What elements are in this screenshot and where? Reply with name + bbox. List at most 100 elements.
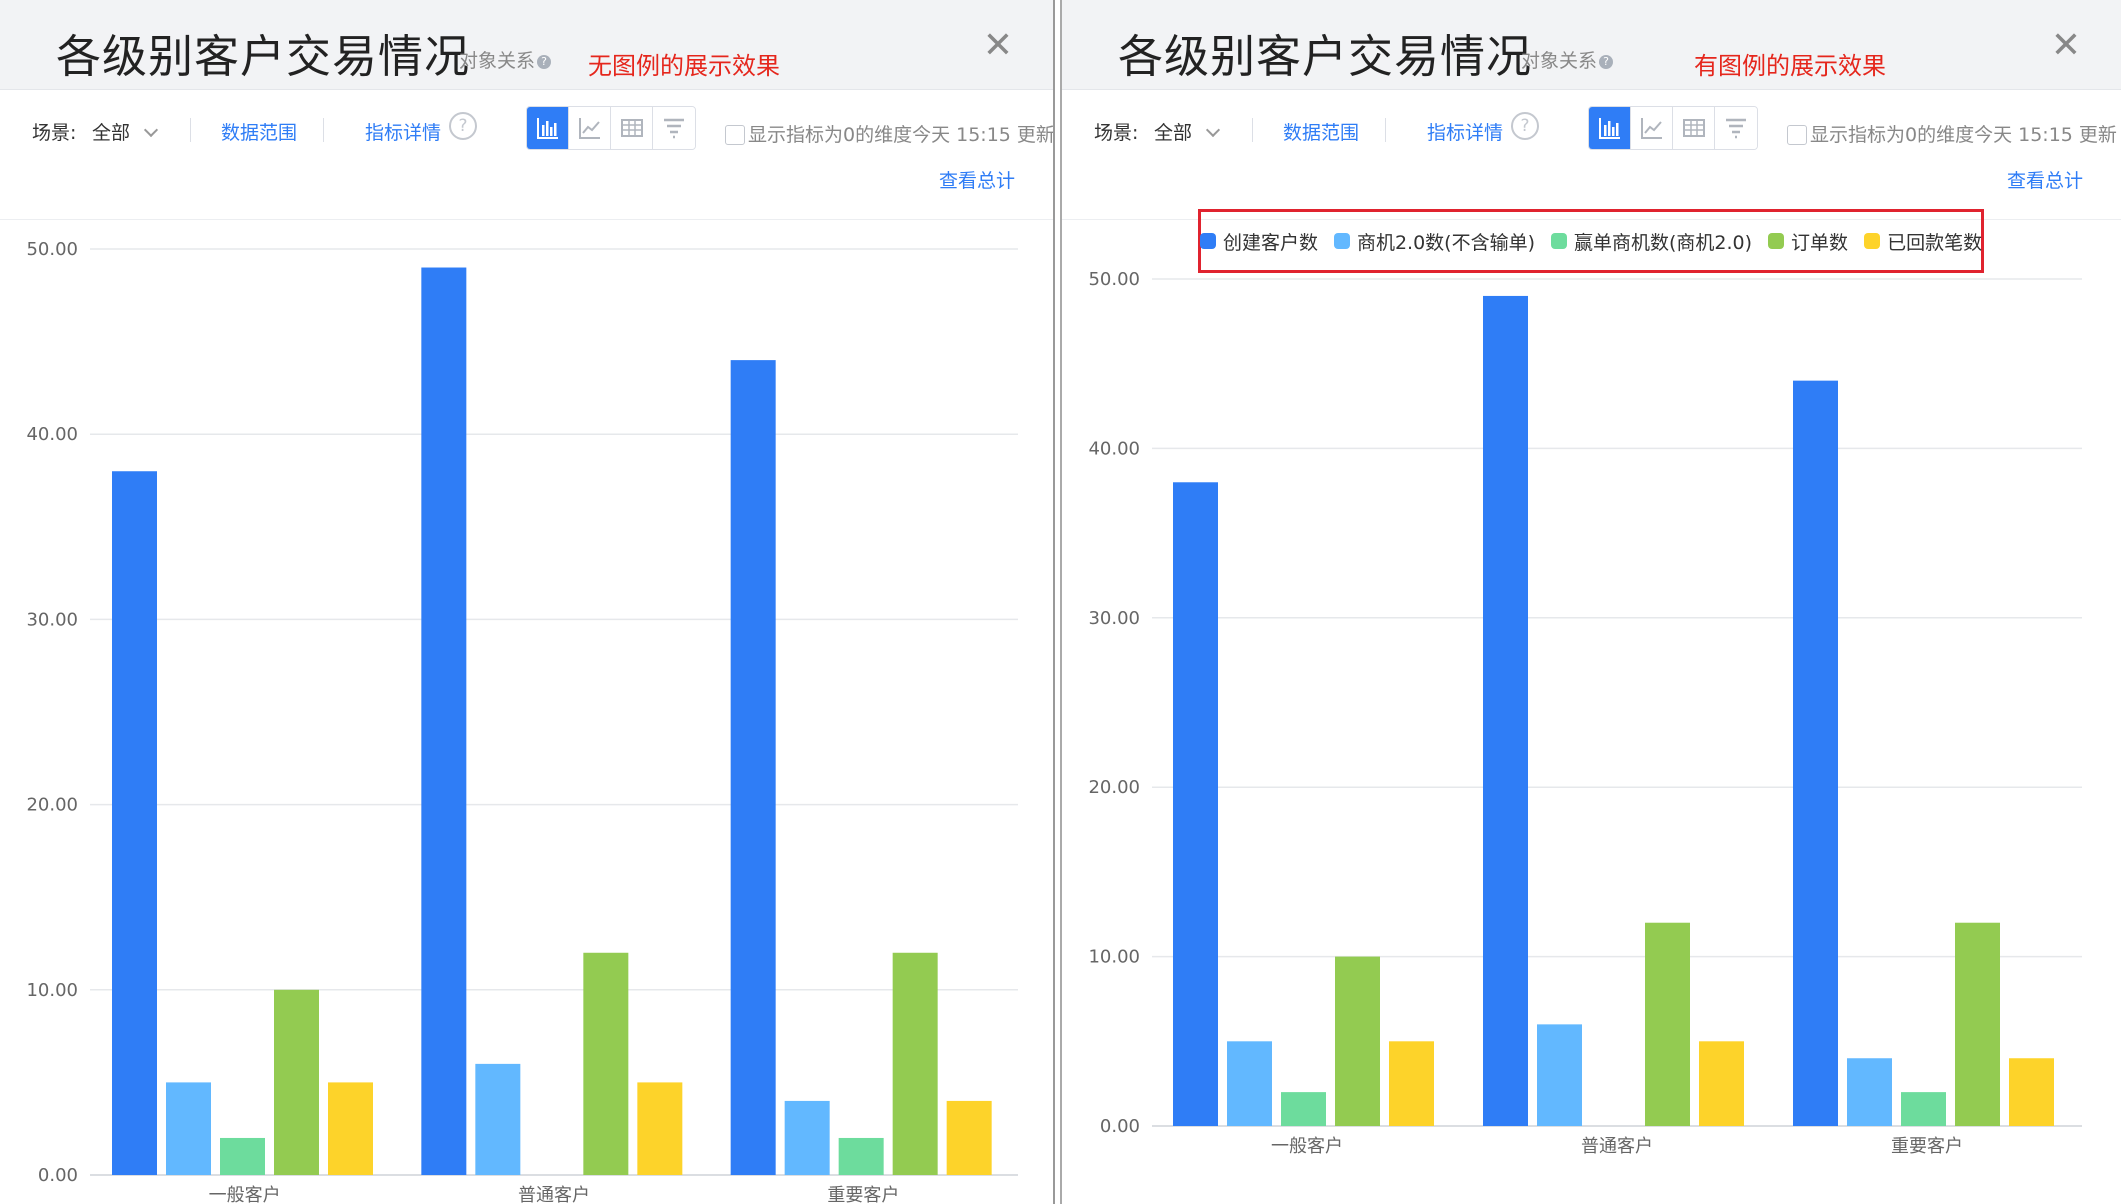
legend-label: 订单数 — [1791, 231, 1849, 254]
scene-label: 场景: — [32, 122, 77, 144]
object-relation-label: 对象关系 — [1521, 50, 1598, 72]
object-relation-link[interactable]: 对象关系? — [459, 46, 552, 73]
y-tick-label: 10.00 — [26, 980, 78, 1001]
line-chart-icon — [1640, 118, 1662, 139]
bar[interactable] — [1537, 1024, 1582, 1126]
bar[interactable] — [1389, 1041, 1434, 1126]
chart-panel-left: 各级别客户交易情况 对象关系? 无图例的展示效果 ✕ 场景: 全部 数据范围 指… — [0, 0, 1055, 1204]
legend-item[interactable]: 订单数 — [1768, 228, 1848, 255]
legend-item[interactable]: 商机2.0数(不含输单) — [1333, 228, 1535, 255]
legend-label: 商机2.0数(不含输单) — [1356, 231, 1535, 254]
bar[interactable] — [220, 1137, 265, 1175]
question-dot-icon: ? — [1599, 54, 1614, 69]
bar[interactable] — [328, 1082, 373, 1175]
x-tick-label: 普通客户 — [518, 1185, 590, 1204]
line-chart-icon — [578, 118, 600, 139]
bar[interactable] — [1901, 1092, 1946, 1126]
data-range-link[interactable]: 数据范围 — [221, 118, 297, 145]
chart-panel-right: 各级别客户交易情况 对象关系? 有图例的展示效果 ✕ 场景: 全部 数据范围 指… — [1060, 0, 2121, 1204]
panel-toolbar: 场景: 全部 数据范围 指标详情 ? 显示指标为0的维度今天 15:15 更新 … — [0, 90, 1053, 220]
x-tick-label: 一般客户 — [1271, 1136, 1343, 1157]
show-zero-checkbox[interactable]: 显示指标为0的维度今天 15:15 更新 — [725, 120, 1053, 147]
table-icon — [620, 119, 643, 137]
object-relation-link[interactable]: 对象关系? — [1521, 46, 1614, 73]
bar-chart-view-button[interactable] — [1589, 107, 1631, 149]
scene-label: 场景: — [1094, 122, 1139, 144]
show-zero-checkbox[interactable]: 显示指标为0的维度今天 15:15 更新 — [1787, 120, 2117, 147]
funnel-view-button[interactable] — [1715, 107, 1757, 149]
legend-item[interactable]: 已回款笔数 — [1864, 228, 1982, 255]
legend-swatch — [1199, 233, 1216, 249]
close-icon[interactable]: ✕ — [2051, 28, 2081, 64]
divider — [190, 118, 191, 142]
annotation-note: 有图例的展示效果 — [1694, 52, 1886, 80]
legend-item[interactable]: 赢单商机数(商机2.0) — [1551, 228, 1752, 255]
bar[interactable] — [892, 952, 938, 1175]
view-total-link[interactable]: 查看总计 — [2007, 166, 2083, 193]
scene-dropdown[interactable]: 全部 — [92, 118, 159, 145]
question-dot-icon: ? — [537, 54, 552, 69]
data-range-link[interactable]: 数据范围 — [1283, 118, 1359, 145]
legend-swatch — [1864, 233, 1881, 249]
indicator-details-link[interactable]: 指标详情 — [365, 118, 441, 145]
view-total-link[interactable]: 查看总计 — [939, 166, 1015, 193]
panel-header: 各级别客户交易情况 对象关系? 有图例的展示效果 ✕ — [1062, 0, 2121, 90]
x-tick-label: 重要客户 — [827, 1185, 899, 1204]
chevron-down-icon — [143, 122, 159, 138]
line-chart-view-button[interactable] — [569, 107, 611, 149]
bar[interactable] — [274, 989, 319, 1175]
bar[interactable] — [946, 1100, 992, 1175]
bar[interactable] — [838, 1137, 884, 1175]
help-icon[interactable]: ? — [1511, 112, 1539, 140]
bar[interactable] — [784, 1100, 830, 1175]
y-tick-label: 0.00 — [38, 1165, 78, 1186]
legend-label: 创建客户数 — [1222, 231, 1318, 254]
bar[interactable] — [637, 1082, 683, 1175]
table-view-button[interactable] — [1673, 107, 1715, 149]
x-tick-label: 重要客户 — [1891, 1136, 1963, 1157]
y-tick-label: 30.00 — [1088, 608, 1140, 629]
object-relation-label: 对象关系 — [459, 50, 536, 72]
y-tick-label: 20.00 — [26, 795, 78, 816]
legend-item[interactable]: 创建客户数 — [1199, 228, 1318, 255]
y-tick-label: 20.00 — [1088, 777, 1140, 798]
scene-value: 全部 — [1154, 122, 1193, 144]
bar-chart-view-button[interactable] — [527, 107, 569, 149]
panel-title: 各级别客户交易情况 — [56, 30, 471, 83]
bar[interactable] — [1955, 922, 2000, 1126]
bar[interactable] — [1335, 956, 1380, 1126]
panel-toolbar: 场景: 全部 数据范围 指标详情 ? 显示指标为0的维度今天 15:15 更新 … — [1062, 90, 2121, 220]
close-icon[interactable]: ✕ — [983, 28, 1013, 64]
y-tick-label: 40.00 — [1088, 438, 1140, 459]
bar[interactable] — [583, 952, 629, 1175]
bar[interactable] — [730, 360, 776, 1175]
help-icon[interactable]: ? — [449, 112, 477, 140]
indicator-details-link[interactable]: 指标详情 — [1427, 118, 1503, 145]
bar[interactable] — [475, 1063, 521, 1175]
table-view-button[interactable] — [611, 107, 653, 149]
table-icon — [1682, 119, 1705, 137]
y-tick-label: 30.00 — [26, 609, 78, 630]
checkbox-box[interactable] — [725, 125, 745, 145]
bar[interactable] — [1847, 1058, 1892, 1126]
bar[interactable] — [2009, 1058, 2054, 1126]
legend-label: 赢单商机数(商机2.0) — [1574, 231, 1753, 254]
checkbox-box[interactable] — [1787, 125, 1807, 145]
legend-label: 已回款笔数 — [1887, 231, 1983, 254]
bar[interactable] — [112, 471, 157, 1175]
line-chart-view-button[interactable] — [1631, 107, 1673, 149]
scene-dropdown[interactable]: 全部 — [1154, 118, 1221, 145]
panel-header: 各级别客户交易情况 对象关系? 无图例的展示效果 ✕ — [0, 0, 1053, 90]
bar[interactable] — [1793, 380, 1838, 1126]
funnel-view-button[interactable] — [653, 107, 695, 149]
panel-title: 各级别客户交易情况 — [1118, 30, 1533, 83]
y-tick-label: 50.00 — [26, 239, 78, 260]
bar[interactable] — [1173, 482, 1218, 1126]
bar[interactable] — [1699, 1041, 1744, 1126]
bar[interactable] — [166, 1082, 211, 1175]
bar[interactable] — [1645, 922, 1690, 1126]
bar[interactable] — [1227, 1041, 1272, 1126]
bar[interactable] — [1281, 1092, 1326, 1126]
bar[interactable] — [1483, 295, 1528, 1126]
bar[interactable] — [421, 267, 467, 1175]
